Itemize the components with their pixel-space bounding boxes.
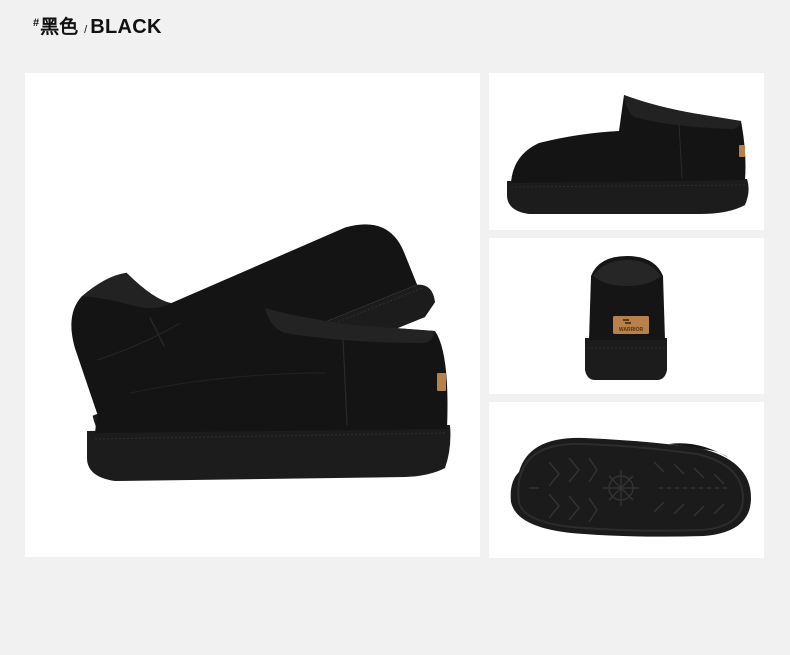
- color-heading: # 黑色 / BLACK: [33, 12, 162, 38]
- product-image-side[interactable]: [489, 73, 764, 230]
- pair-boots-illustration: [71, 224, 451, 481]
- separator-slash: /: [84, 24, 88, 36]
- product-image-back[interactable]: WARRIOR: [489, 238, 764, 394]
- heel-label-icon: WARRIOR: [613, 316, 649, 334]
- sole-tread-illustration: [510, 437, 751, 537]
- color-name-english: BLACK: [90, 16, 162, 38]
- heel-label-text: WARRIOR: [619, 327, 644, 333]
- product-image-sole[interactable]: [489, 402, 764, 558]
- color-name-chinese: 黑色: [40, 16, 79, 38]
- product-image-pair[interactable]: [25, 73, 480, 557]
- side-boot-illustration: [507, 95, 749, 214]
- hash-mark: #: [33, 17, 40, 29]
- heel-tab-icon: [739, 145, 745, 157]
- back-boot-illustration: WARRIOR: [585, 256, 667, 380]
